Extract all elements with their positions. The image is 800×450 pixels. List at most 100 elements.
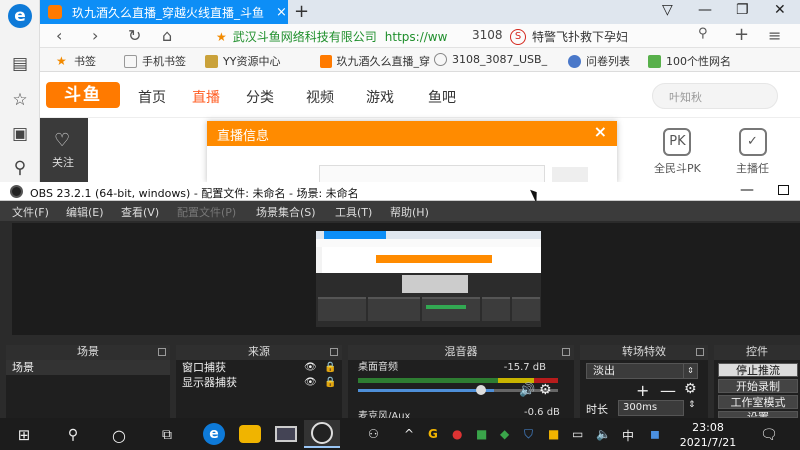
nav-yuba[interactable]: 鱼吧	[428, 87, 456, 107]
obs-app-icon[interactable]	[304, 420, 340, 448]
bookmark-item[interactable]: YY资源中心	[205, 53, 280, 69]
copy-button[interactable]	[552, 167, 588, 183]
people-icon[interactable]: ⚇	[368, 427, 379, 441]
notification-icon[interactable]: 🗨	[760, 427, 778, 443]
lock-icon[interactable]: 🔒	[324, 360, 336, 375]
dock-float-icon[interactable]	[562, 348, 570, 356]
window-app-icon[interactable]	[268, 420, 304, 448]
settings-button[interactable]: 设置	[718, 411, 798, 418]
menu-help[interactable]: 帮助(H)	[390, 204, 429, 220]
cortana-icon[interactable]: ○	[110, 426, 128, 445]
duration-input[interactable]: 300ms	[618, 400, 684, 416]
browser-app-icon[interactable]: e	[196, 420, 232, 448]
studio-mode-button[interactable]: 工作室模式	[718, 395, 798, 409]
clock-date[interactable]: 2021/7/21	[676, 436, 740, 449]
start-recording-button[interactable]: 开始录制	[718, 379, 798, 393]
windows-start-icon[interactable]: ⊞	[15, 426, 33, 444]
address-input[interactable]: ★ 武汉斗鱼网络科技有限公司 https://ww	[216, 28, 464, 45]
new-tab-button[interactable]: +	[294, 1, 309, 22]
dialog-close-icon[interactable]: ×	[594, 122, 607, 141]
bookmark-item[interactable]: ★ 书签	[56, 53, 96, 69]
stop-streaming-button[interactable]: 停止推流	[718, 363, 798, 377]
dock-float-icon[interactable]	[158, 348, 166, 356]
dock-float-icon[interactable]	[696, 348, 704, 356]
gear-icon[interactable]: ⚙	[539, 382, 552, 398]
tab-close-icon[interactable]: ×	[276, 5, 287, 20]
tray-app-g-icon[interactable]: G	[428, 427, 438, 441]
stream-address-input[interactable]	[319, 165, 545, 183]
obs-minimize-icon[interactable]: —	[740, 182, 754, 198]
nav-video[interactable]: 视频	[306, 87, 334, 107]
menu-file[interactable]: 文件(F)	[12, 204, 49, 220]
nav-home[interactable]: 首页	[138, 87, 166, 107]
dock-float-icon[interactable]	[330, 348, 338, 356]
obs-preview-area[interactable]	[12, 223, 800, 335]
bookmark-item[interactable]: 手机书签	[124, 53, 186, 69]
tray-app-blue-icon[interactable]: ◼	[650, 427, 660, 441]
douyu-search-input[interactable]: 叶知秋	[652, 83, 778, 109]
close-window-icon[interactable]: ✕	[774, 2, 786, 18]
preview-canvas[interactable]	[316, 231, 541, 327]
nav-live[interactable]: 直播	[192, 87, 220, 107]
visibility-eye-icon[interactable]: 👁	[304, 375, 317, 390]
bookmark-item[interactable]: 3108_3087_USB_	[434, 53, 552, 66]
volume-slider-handle[interactable]	[476, 385, 486, 395]
tray-app-record-icon[interactable]: ●	[452, 427, 462, 441]
douyu-app-icon[interactable]	[232, 420, 268, 448]
search-icon[interactable]: ⚲	[698, 26, 708, 41]
chevron-updown-icon[interactable]: ⇕	[683, 364, 697, 378]
bookmark-item[interactable]: 玖九酒久么直播_穿	[320, 53, 430, 69]
remove-icon[interactable]: —	[660, 381, 676, 400]
transition-select[interactable]: 淡出 ⇕	[586, 363, 698, 379]
lock-icon[interactable]: 🔒	[324, 375, 336, 390]
search-box[interactable]: S 特警飞扑救下孕妇	[510, 28, 628, 45]
back-icon[interactable]: ‹	[56, 26, 62, 45]
volume-slider[interactable]	[358, 389, 494, 392]
nav-category[interactable]: 分类	[246, 87, 274, 107]
search-icon[interactable]: ⚲	[8, 156, 32, 180]
scene-item[interactable]: 场景	[6, 360, 170, 375]
search-icon[interactable]: ⚲	[64, 426, 82, 444]
heart-icon[interactable]: ♡	[54, 130, 70, 151]
anchor-task-feature[interactable]: ✓ 主播任	[736, 128, 769, 176]
spin-icon[interactable]: ⇕	[688, 400, 696, 410]
tray-app-green-icon[interactable]: ■	[476, 427, 487, 441]
ime-indicator[interactable]: 中	[622, 427, 634, 444]
follow-label[interactable]: 关注	[52, 154, 74, 170]
show-hidden-icons-chevron[interactable]: ^	[404, 427, 414, 441]
reading-list-icon[interactable]: ▤	[8, 52, 32, 76]
bookmark-item[interactable]: 100个性网名	[648, 53, 784, 69]
douyu-logo[interactable]: 斗鱼	[46, 82, 120, 108]
forward-icon[interactable]: ›	[92, 26, 98, 45]
tab-douyu[interactable]: 玖九酒久么直播_穿越火线直播_斗鱼 ×	[40, 0, 288, 24]
source-item[interactable]: 窗口捕获 👁 🔒	[176, 360, 342, 375]
volume-icon[interactable]: 🔈	[596, 427, 611, 441]
home-icon[interactable]: ⌂	[162, 26, 172, 45]
tray-app-yellow-icon[interactable]: ■	[548, 427, 559, 441]
pk-feature[interactable]: PK 全民斗PK	[654, 128, 701, 176]
favorite-star-icon[interactable]: ★	[216, 30, 227, 44]
restore-icon[interactable]: ❐	[736, 2, 749, 18]
source-item[interactable]: 显示器捕获 👁 🔒	[176, 375, 342, 390]
speaker-icon[interactable]: 🔊	[519, 383, 535, 398]
network-icon[interactable]: ▭	[572, 427, 583, 441]
favorites-star-icon[interactable]: ☆	[8, 88, 32, 112]
task-view-icon[interactable]: ⧉	[158, 426, 176, 444]
menu-scene-collection[interactable]: 场景集合(S)	[256, 204, 316, 220]
bookmark-tab-icon[interactable]: ▽	[662, 2, 673, 18]
menu-icon[interactable]: ≡	[768, 26, 781, 45]
clock-time[interactable]: 23:08	[680, 421, 736, 434]
minimize-icon[interactable]: —	[698, 2, 712, 18]
bookmark-item[interactable]: 问卷列表	[568, 53, 630, 69]
nav-games[interactable]: 游戏	[366, 87, 394, 107]
menu-view[interactable]: 查看(V)	[121, 204, 159, 220]
menu-tools[interactable]: 工具(T)	[335, 204, 372, 220]
visibility-eye-icon[interactable]: 👁	[304, 360, 317, 375]
search-engine-icon[interactable]: S	[510, 28, 526, 45]
obs-maximize-icon[interactable]	[778, 185, 789, 195]
tray-shield-icon[interactable]: ⛉	[524, 427, 533, 442]
add-icon[interactable]: +	[734, 24, 749, 45]
browser-logo-icon[interactable]: e	[8, 4, 32, 28]
tray-app-nvidia-icon[interactable]: ◆	[500, 427, 509, 441]
menu-edit[interactable]: 编辑(E)	[66, 204, 104, 220]
